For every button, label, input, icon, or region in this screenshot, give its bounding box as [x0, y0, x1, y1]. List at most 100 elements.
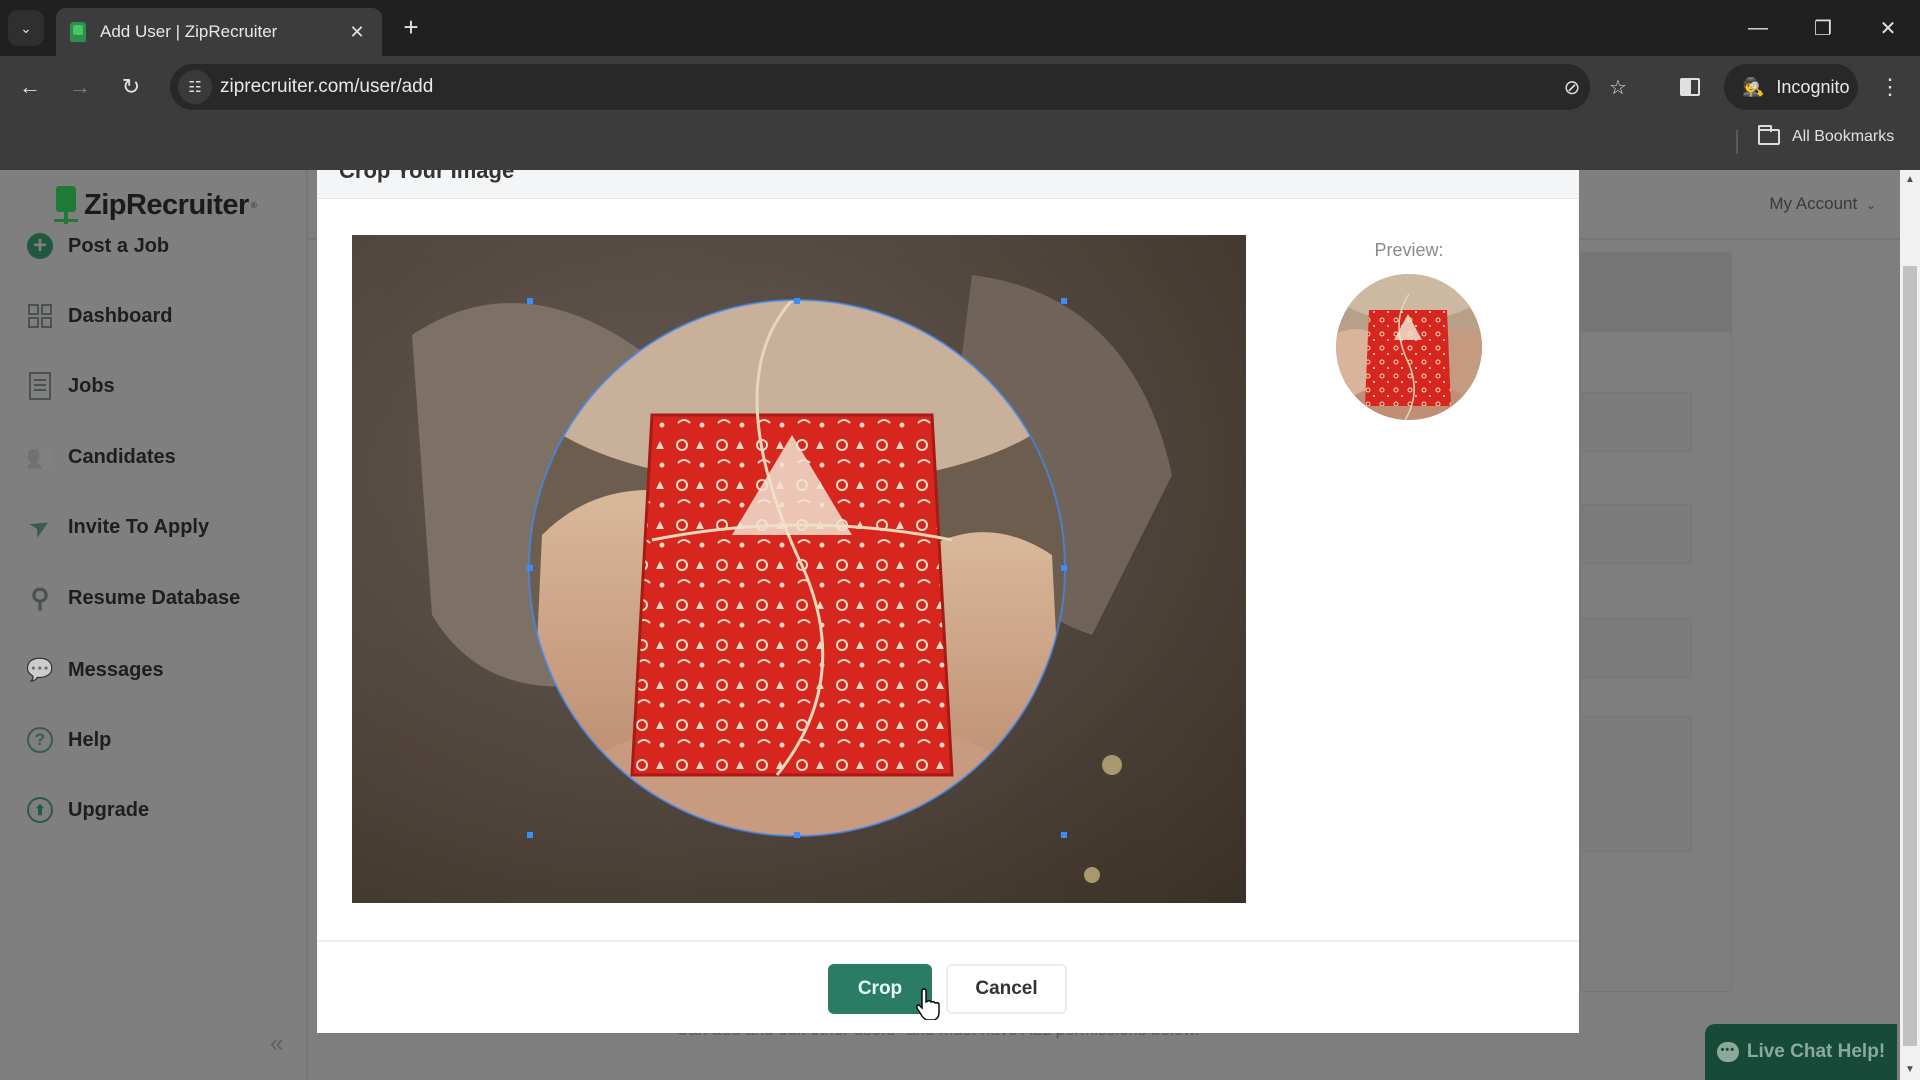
- close-icon[interactable]: ✕: [346, 22, 368, 43]
- bookmarks-divider: [1736, 130, 1738, 154]
- send-icon: ➤: [25, 511, 54, 543]
- sidebar-item-invite-to-apply[interactable]: ➤ Invite To Apply: [26, 507, 210, 547]
- sidebar-item-label: Help: [68, 728, 112, 751]
- browser-menu-button[interactable]: ⋮: [1872, 69, 1908, 105]
- sidebar-item-messages[interactable]: 💬 Messages: [26, 650, 164, 690]
- incognito-label: Incognito: [1776, 76, 1850, 97]
- star-icon[interactable]: ☆: [1603, 72, 1633, 102]
- arrow-left-icon: ←: [19, 74, 41, 99]
- sidebar-item-label: Upgrade: [68, 798, 150, 821]
- tune-icon: ☷: [188, 79, 202, 96]
- crop-handle-w: [527, 565, 533, 571]
- plus-circle-icon: +: [26, 232, 54, 260]
- chat-bubble-icon: •••: [1716, 1042, 1739, 1062]
- eye-off-icon[interactable]: ⊘: [1557, 72, 1587, 102]
- sidebar-item-jobs[interactable]: Jobs: [26, 366, 115, 406]
- all-bookmarks-button[interactable]: All Bookmarks: [1758, 125, 1895, 146]
- background-input: [1580, 618, 1692, 678]
- background-input: [1580, 504, 1692, 564]
- document-list-icon: [26, 372, 54, 400]
- all-bookmarks-label: All Bookmarks: [1792, 128, 1895, 145]
- scrollbar-thumb[interactable]: [1903, 266, 1917, 1046]
- sidebar-item-label: Messages: [68, 658, 164, 681]
- crop-canvas[interactable]: [352, 235, 1246, 903]
- tab-title: Add User | ZipRecruiter: [100, 22, 278, 41]
- crop-preview: [1336, 274, 1482, 420]
- side-panel-button[interactable]: [1672, 69, 1708, 105]
- my-account-label: My Account: [1769, 194, 1858, 213]
- incognito-icon: 🕵: [1742, 76, 1765, 97]
- sidebar-item-upgrade[interactable]: ⬆ Upgrade: [26, 790, 149, 830]
- sidebar-item-label: Dashboard: [68, 304, 173, 327]
- cancel-button[interactable]: Cancel: [946, 964, 1067, 1014]
- logo-text: ZipRecruiter: [84, 188, 249, 221]
- ziprecruiter-favicon-icon: [70, 22, 86, 42]
- crop-image-modal: Crop Your Image Preview: Crop Cancel: [317, 170, 1579, 1033]
- sidebar-item-resume-database[interactable]: ⚲ Resume Database: [26, 578, 240, 618]
- collapse-sidebar-button[interactable]: «: [270, 1030, 283, 1058]
- sidebar-item-post-a-job[interactable]: + Post a Job: [26, 226, 169, 266]
- forward-button[interactable]: →: [62, 69, 98, 105]
- chevron-down-icon: ⌄: [1865, 198, 1876, 212]
- sidebar-item-help[interactable]: ? Help: [26, 720, 111, 760]
- bookmarks-bar: All Bookmarks: [0, 118, 1920, 170]
- crop-handle-n: [794, 298, 800, 304]
- minimize-button[interactable]: —: [1738, 10, 1778, 46]
- chair-logo-icon: [54, 186, 78, 224]
- live-chat-label: Live Chat Help!: [1746, 1041, 1886, 1062]
- crop-handle-s: [794, 832, 800, 838]
- crop-handle-e: [1061, 565, 1067, 571]
- trademark: ®: [250, 200, 257, 210]
- scroll-up-icon[interactable]: ▲: [1900, 170, 1920, 190]
- browser-toolbar: ← → ↻ ☷ ziprecruiter.com/user/add ⊘ ☆ 🕵 …: [0, 56, 1920, 118]
- ziprecruiter-logo[interactable]: ZipRecruiter ®: [54, 186, 257, 224]
- address-bar[interactable]: ☷ ziprecruiter.com/user/add ⊘ ☆: [170, 64, 1627, 110]
- my-account-menu[interactable]: My Account ⌄: [1769, 194, 1876, 214]
- kebab-menu-icon: ⋮: [1879, 74, 1901, 99]
- sidebar-item-dashboard[interactable]: Dashboard: [26, 296, 172, 336]
- sidebar-item-label: Jobs: [68, 374, 115, 397]
- background-input: [1580, 392, 1692, 452]
- scroll-down-icon[interactable]: ▼: [1900, 1060, 1920, 1080]
- folder-icon: [1758, 125, 1780, 145]
- sidebar-item-label: Invite To Apply: [68, 515, 210, 538]
- crop-handle-sw: [527, 832, 533, 838]
- new-tab-button[interactable]: +: [396, 12, 426, 42]
- modal-title: Crop Your Image: [339, 170, 515, 183]
- back-button[interactable]: ←: [12, 69, 48, 105]
- modal-footer: Crop Cancel: [317, 940, 1579, 1033]
- sidebar-item-label: Resume Database: [68, 586, 241, 609]
- preview-image: [1336, 274, 1482, 420]
- arrow-right-icon: →: [69, 74, 91, 99]
- hand-pointer-cursor-icon: [916, 988, 940, 1020]
- site-info-button[interactable]: ☷: [178, 70, 212, 104]
- sidebar-item-label: Candidates: [68, 445, 176, 468]
- crop-handle-ne: [1061, 298, 1067, 304]
- chevron-down-icon: ⌄: [20, 19, 32, 36]
- restore-button[interactable]: ❐: [1803, 10, 1843, 46]
- preview-label: Preview:: [1374, 240, 1444, 260]
- sidebar-item-label: Post a Job: [68, 234, 170, 257]
- help-circle-icon: ?: [26, 726, 54, 754]
- reload-icon: ↻: [121, 74, 141, 99]
- window-close-button[interactable]: ✕: [1868, 10, 1908, 46]
- people-icon: 👥: [26, 444, 54, 469]
- page-scrollbar[interactable]: ▲ ▼: [1900, 170, 1920, 1080]
- tab-strip: ⌄ Add User | ZipRecruiter ✕ + — ❐ ✕: [0, 0, 1920, 56]
- source-image: [352, 235, 1246, 903]
- reload-button[interactable]: ↻: [113, 69, 149, 105]
- upgrade-icon: ⬆: [26, 796, 54, 824]
- incognito-badge[interactable]: 🕵 Incognito: [1724, 64, 1858, 110]
- tab-search-button[interactable]: ⌄: [8, 10, 44, 46]
- crop-handle-nw: [527, 298, 533, 304]
- sidebar-item-candidates[interactable]: 👥 Candidates: [26, 437, 176, 477]
- modal-header: Crop Your Image: [317, 170, 1579, 199]
- dashboard-grid-icon: [26, 302, 54, 330]
- chat-icon: 💬: [26, 657, 54, 682]
- live-chat-button[interactable]: ••• Live Chat Help!: [1705, 1024, 1897, 1080]
- search-icon: ⚲: [30, 582, 50, 613]
- tab-add-user[interactable]: Add User | ZipRecruiter ✕: [56, 8, 382, 56]
- background-input: [1580, 716, 1692, 852]
- sidebar: ZipRecruiter ® + Post a Job Dashboard Jo…: [0, 170, 308, 1080]
- url-text[interactable]: ziprecruiter.com/user/add: [220, 76, 433, 98]
